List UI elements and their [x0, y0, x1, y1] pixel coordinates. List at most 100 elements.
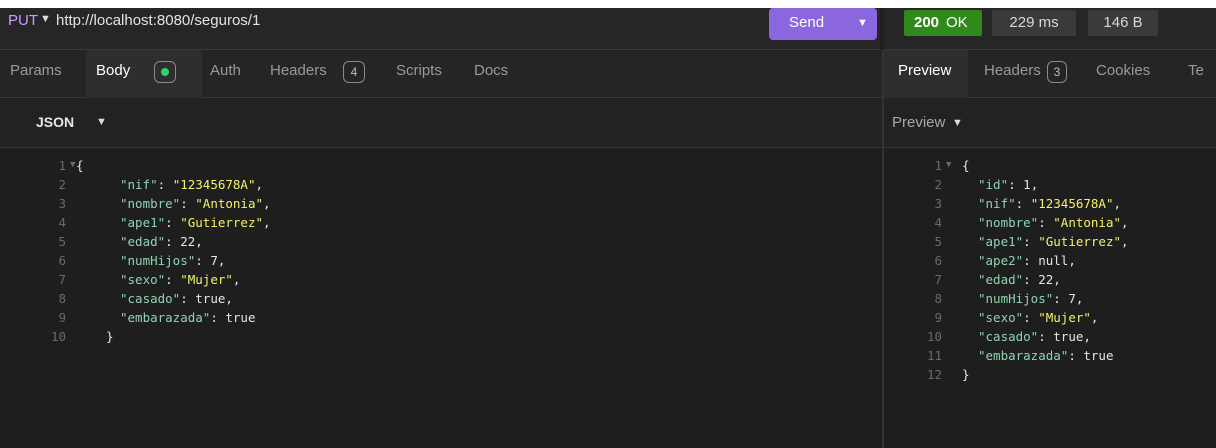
line-number: 10 [926, 329, 942, 344]
code-line: 3 "nombre": "Antonia", [0, 196, 882, 215]
http-method-selector[interactable]: PUT [8, 12, 38, 29]
line-number: 9 [58, 310, 66, 325]
tab-truncated[interactable]: Te [1188, 62, 1204, 79]
code-line: 8 "numHijos": 7, [884, 291, 1216, 310]
json-key: "embarazada" [978, 348, 1069, 363]
json-comma: , [255, 177, 264, 192]
json-entry: "nif": "12345678A", [978, 196, 1121, 211]
preview-mode-chevron-down-icon[interactable]: ▼ [952, 117, 963, 129]
json-key: "embarazada" [120, 310, 211, 325]
json-colon: : [165, 272, 181, 287]
preview-mode-bar: Preview ▼ [884, 98, 1216, 148]
json-key: "nombre" [120, 196, 181, 211]
brace: { [962, 158, 970, 173]
json-entry: "sexo": "Mujer", [978, 310, 1098, 325]
code-line: 2 "nif": "12345678A", [0, 177, 882, 196]
request-body-editor[interactable]: 1 ▼{2 "nif": "12345678A", 3 "nombre": "Anton… [0, 148, 882, 448]
line-number: 8 [934, 291, 942, 306]
json-colon: : [1008, 177, 1024, 192]
url-input[interactable]: http://localhost:8080/seguros/1 [56, 12, 260, 29]
brace: { [76, 158, 84, 173]
code-line: 3 "nif": "12345678A", [884, 196, 1216, 215]
json-value: "Antonia" [195, 196, 264, 211]
json-key: "sexo" [978, 310, 1024, 325]
send-button[interactable]: Send ▼ [769, 8, 877, 40]
body-mode-chevron-down-icon[interactable]: ▼ [96, 116, 107, 128]
line-number: 8 [58, 291, 66, 306]
brace: } [106, 329, 114, 344]
json-entry: "embarazada": true [120, 310, 255, 325]
json-entry: "numHijos": 7, [120, 253, 225, 268]
json-comma: , [1090, 310, 1099, 325]
tab-docs[interactable]: Docs [474, 62, 508, 79]
body-mode-bar: JSON ▼ [0, 98, 882, 148]
code-line: 4 "nombre": "Antonia", [884, 215, 1216, 234]
response-tabs: Preview Headers 3 Cookies Te [884, 50, 1216, 98]
code-line: 9 "sexo": "Mujer", [884, 310, 1216, 329]
json-entry: "ape1": "Gutierrez", [120, 215, 271, 230]
json-value: "Gutierrez" [1038, 234, 1122, 249]
json-comma: , [1083, 329, 1091, 344]
json-key: "ape1" [978, 234, 1024, 249]
json-colon: : [157, 177, 173, 192]
json-comma: , [225, 291, 233, 306]
body-mode-selector[interactable]: JSON [36, 114, 74, 130]
tab-body[interactable]: Body [96, 62, 130, 79]
json-comma: , [263, 215, 271, 230]
json-value: "12345678A" [172, 177, 256, 192]
code-line: 6 "ape2": null, [884, 253, 1216, 272]
line-number: 3 [58, 196, 66, 211]
json-entry: "nif": "12345678A", [120, 177, 263, 192]
line-number: 2 [58, 177, 66, 192]
code-line: 4 "ape1": "Gutierrez", [0, 215, 882, 234]
response-headers-count-badge: 3 [1047, 61, 1067, 83]
json-comma: , [1113, 196, 1122, 211]
json-value: 7 [210, 253, 218, 268]
code-line: 12} [884, 367, 1216, 386]
code-line: 5 "edad": 22, [0, 234, 882, 253]
code-line: 5 "ape1": "Gutierrez", [884, 234, 1216, 253]
top-bar: PUT ▼ http://localhost:8080/seguros/1 Se… [0, 0, 1216, 50]
status-text: OK [946, 14, 968, 31]
code-line: 9 "embarazada": true [0, 310, 882, 329]
json-comma: , [1075, 291, 1084, 306]
json-value: true [1083, 348, 1114, 363]
json-value: null [1038, 253, 1069, 268]
json-entry: "ape2": null, [978, 253, 1076, 268]
json-colon: : [1023, 253, 1039, 268]
tab-headers[interactable]: Headers [270, 62, 327, 79]
tab-scripts[interactable]: Scripts [396, 62, 442, 79]
json-entry: "casado": true, [120, 291, 233, 306]
json-entry: "sexo": "Mujer", [120, 272, 240, 287]
json-colon: : [1053, 291, 1069, 306]
code-line: 11 "embarazada": true [884, 348, 1216, 367]
json-comma: , [217, 253, 226, 268]
json-value: true [195, 291, 226, 306]
tab-params[interactable]: Params [10, 62, 62, 79]
response-body-viewer: 1 ▼ {2 "id": 1, 3 "nif": "12345678A", 4 "nombre… [884, 148, 1216, 448]
tab-response-headers[interactable]: Headers [984, 62, 1041, 79]
request-url-bar: PUT ▼ http://localhost:8080/seguros/1 Se… [0, 8, 880, 50]
json-entry: "edad": 22, [120, 234, 203, 249]
line-number: 1 [934, 158, 942, 173]
tab-auth[interactable]: Auth [210, 62, 241, 79]
code-line: 2 "id": 1, [884, 177, 1216, 196]
json-value: "12345678A" [1030, 196, 1114, 211]
json-colon: : [1068, 348, 1084, 363]
json-value: true [225, 310, 256, 325]
json-entry: "embarazada": true [978, 348, 1113, 363]
line-number: 7 [58, 272, 66, 287]
tab-cookies[interactable]: Cookies [1096, 62, 1150, 79]
send-chevron-down-icon[interactable]: ▼ [857, 17, 868, 29]
json-entry: "numHijos": 7, [978, 291, 1083, 306]
preview-mode-selector[interactable]: Preview [892, 114, 945, 131]
json-comma: , [1030, 177, 1039, 192]
method-chevron-down-icon[interactable]: ▼ [40, 13, 51, 25]
line-number: 7 [934, 272, 942, 287]
json-value: 1 [1023, 177, 1031, 192]
tab-preview[interactable]: Preview [898, 62, 951, 79]
json-colon: : [1038, 215, 1054, 230]
json-key: "casado" [978, 329, 1039, 344]
line-number: 5 [934, 234, 942, 249]
line-number: 3 [934, 196, 942, 211]
